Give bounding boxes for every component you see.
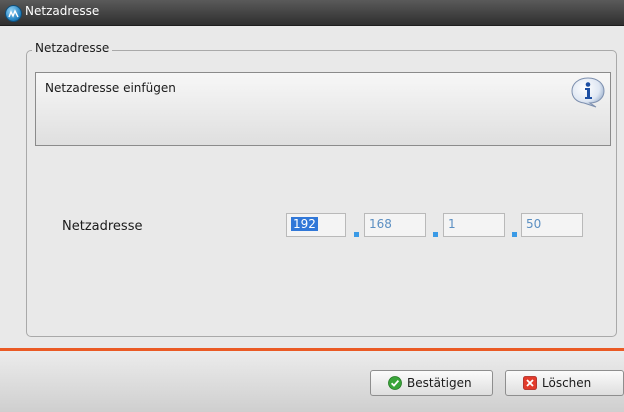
app-icon [5,5,22,22]
octet-2-value: 168 [369,217,392,231]
address-label: Netzadresse [62,219,143,234]
delete-button[interactable]: Löschen [505,370,624,396]
octet-4-input[interactable]: 50 [521,213,583,237]
octet-3-input[interactable]: 1 [443,213,505,237]
octet-separator-2 [433,232,438,237]
octet-separator-3 [512,232,517,237]
info-panel: Netzadresse einfügen [35,72,611,146]
octet-3-value: 1 [448,217,456,231]
close-icon [523,376,537,390]
octet-1-input[interactable]: 192 [286,213,346,237]
check-icon [388,376,402,390]
info-text: Netzadresse einfügen [45,81,176,95]
octet-separator-1 [354,232,359,237]
group-legend: Netzadresse [32,41,113,55]
title-bar: Netzadresse [0,0,624,26]
octet-4-value: 50 [526,217,542,231]
info-icon [571,77,605,108]
window-title: Netzadresse [25,4,100,18]
delete-button-label: Löschen [542,376,592,390]
octet-1-value: 192 [291,217,318,231]
octet-2-input[interactable]: 168 [364,213,426,237]
confirm-button[interactable]: Bestätigen [370,370,493,396]
confirm-button-label: Bestätigen [407,376,472,390]
